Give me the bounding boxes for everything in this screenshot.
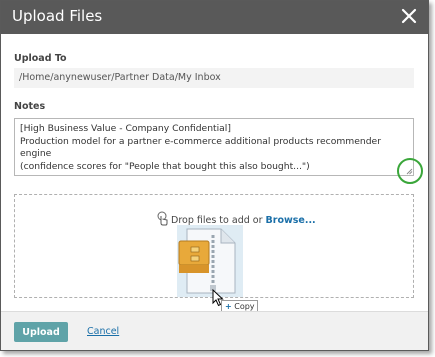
upload-to-label: Upload To [14,53,67,64]
touch-icon [157,211,168,226]
copy-tooltip-label: Copy [234,302,255,311]
notes-label: Notes [14,101,46,112]
highlight-circle [397,158,423,184]
upload-to-path: /Home/anynewuser/Partner Data/My Inbox [14,68,414,88]
upload-button[interactable]: Upload [14,322,68,342]
close-icon[interactable] [400,7,418,25]
dialog-title: Upload Files [12,7,103,25]
browse-link[interactable]: Browse... [266,215,316,226]
copy-plus-sign: + [225,302,232,311]
zip-file-icon [178,228,236,294]
dialog-titlebar: Upload Files [1,1,428,34]
upload-files-dialog: Upload Files Upload To /Home/anynewuser/… [0,0,429,351]
cancel-link[interactable]: Cancel [87,326,119,337]
dragged-file-ghost [177,225,243,297]
notes-textarea[interactable]: [High Business Value - Company Confident… [14,118,414,176]
